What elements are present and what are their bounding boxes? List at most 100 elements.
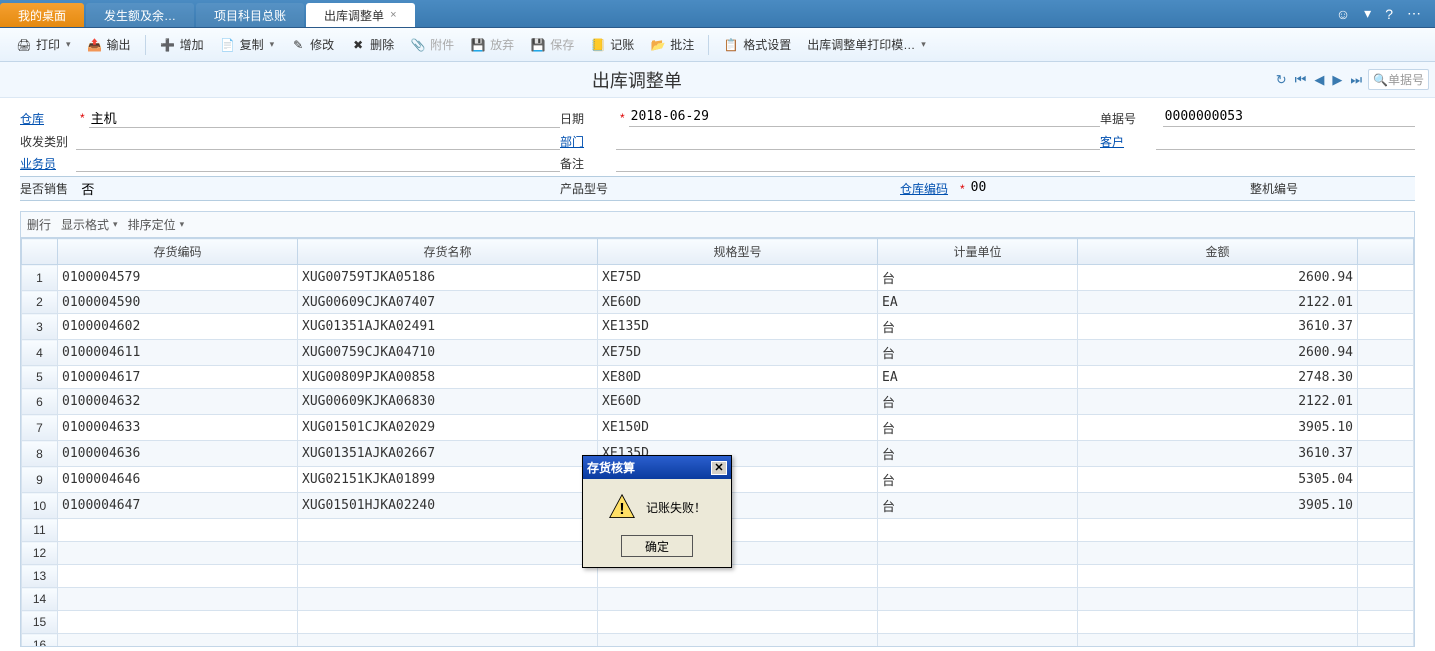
col-header-6[interactable] xyxy=(1358,239,1414,265)
refresh-icon[interactable]: ↻ xyxy=(1274,70,1289,90)
paperclip-icon: 📎 xyxy=(410,37,426,53)
plus-icon: ➕ xyxy=(160,37,176,53)
label-memo: 备注 xyxy=(560,155,616,172)
value-productmodel[interactable] xyxy=(616,180,900,198)
add-button[interactable]: ➕增加 xyxy=(154,34,210,55)
table-row[interactable]: 20100004590XUG00609CJKA07407XE60DEA2122.… xyxy=(22,291,1414,314)
col-header-0[interactable] xyxy=(22,239,58,265)
print-template-button[interactable]: 出库调整单打印模…▾ xyxy=(801,34,932,55)
label-docno: 单据号 xyxy=(1100,110,1156,127)
prev-icon[interactable]: ◀ xyxy=(1312,70,1326,90)
value-rdtype[interactable] xyxy=(76,132,560,150)
col-header-2[interactable]: 存货名称 xyxy=(298,239,598,265)
label-warehouse[interactable]: 仓库 xyxy=(20,110,76,127)
value-docno[interactable]: 0000000053 xyxy=(1163,109,1415,127)
discard-button[interactable]: 💾放弃 xyxy=(464,34,520,55)
value-machineno[interactable] xyxy=(1306,180,1415,198)
tab-2[interactable]: 项目科目总账 xyxy=(196,3,304,27)
table-row[interactable]: 60100004632XUG00609KJKA06830XE60D台2122.0… xyxy=(22,389,1414,415)
label-issale: 是否销售 xyxy=(20,180,76,197)
titlebar: 我的桌面发生额及余…项目科目总账出库调整单× ☺ ▾ ? ⋯ xyxy=(0,0,1435,28)
delete-row-button[interactable]: 删行 xyxy=(27,216,51,233)
copy-button[interactable]: 📄复制▾ xyxy=(214,34,281,55)
modify-button[interactable]: ✎修改 xyxy=(284,34,340,55)
save-icon: 💾 xyxy=(530,37,546,53)
toolbar: 🖨打印▾ 📤输出 ➕增加 📄复制▾ ✎修改 ✖删除 📎附件 💾放弃 💾保存 📒记… xyxy=(0,28,1435,62)
first-icon[interactable]: ⏮ xyxy=(1293,70,1309,90)
col-header-4[interactable]: 计量单位 xyxy=(878,239,1078,265)
pencil-icon: ✎ xyxy=(290,37,306,53)
label-customer[interactable]: 客户 xyxy=(1100,133,1156,150)
more-icon[interactable]: ⋯ xyxy=(1407,5,1421,22)
warning-icon: ! xyxy=(608,493,636,521)
close-icon[interactable]: ✕ xyxy=(711,461,727,475)
label-date: 日期 xyxy=(560,110,616,127)
value-customer[interactable] xyxy=(1156,132,1415,150)
page-title-bar: 出库调整单 ↻ ⏮ ◀ ▶ ⏭ 🔍单据号 xyxy=(0,62,1435,98)
svg-text:!: ! xyxy=(619,501,624,518)
copy-icon: 📄 xyxy=(220,37,236,53)
sort-locate-button[interactable]: 排序定位 ▾ xyxy=(128,216,185,233)
print-button[interactable]: 🖨打印▾ xyxy=(10,34,77,55)
table-row[interactable]: 10100004579XUG00759TJKA05186XE75D台2600.9… xyxy=(22,265,1414,291)
help-icon[interactable]: ? xyxy=(1385,6,1393,22)
ok-button[interactable]: 确定 xyxy=(621,535,693,557)
form-area: 仓库*主机 日期*2018-06-29 单据号 0000000053 收发类别 … xyxy=(0,98,1435,211)
table-toolbar: 删行 显示格式 ▾ 排序定位 ▾ xyxy=(20,211,1415,237)
save-button[interactable]: 💾保存 xyxy=(524,34,580,55)
page-title: 出库调整单 xyxy=(0,67,1274,93)
tab-3[interactable]: 出库调整单× xyxy=(306,3,414,27)
table-row[interactable]: 40100004611XUG00759CJKA04710XE75D台2600.9… xyxy=(22,340,1414,366)
tabs: 我的桌面发生额及余…项目科目总账出库调整单× xyxy=(0,3,417,27)
last-icon[interactable]: ⏭ xyxy=(1348,70,1364,90)
table-wrap[interactable]: 存货编码存货名称规格型号计量单位金额 10100004579XUG00759TJ… xyxy=(20,237,1415,647)
note-icon: 📂 xyxy=(650,37,666,53)
col-header-1[interactable]: 存货编码 xyxy=(58,239,298,265)
label-rdtype: 收发类别 xyxy=(20,133,76,150)
attach-button[interactable]: 📎附件 xyxy=(404,34,460,55)
value-memo[interactable] xyxy=(616,154,1100,172)
col-header-3[interactable]: 规格型号 xyxy=(598,239,878,265)
value-whcode[interactable]: 00 xyxy=(969,180,1250,198)
doc-search[interactable]: 🔍单据号 xyxy=(1368,69,1429,90)
dialog-title-text: 存货核算 xyxy=(587,459,635,476)
value-issale[interactable]: 否 xyxy=(79,179,560,198)
col-header-5[interactable]: 金额 xyxy=(1078,239,1358,265)
table-row[interactable]: 30100004602XUG01351AJKA02491XE135D台3610.… xyxy=(22,314,1414,340)
chevron-down-icon[interactable]: ▾ xyxy=(1364,5,1371,22)
printer-icon: 🖨 xyxy=(16,37,32,53)
data-table: 存货编码存货名称规格型号计量单位金额 10100004579XUG00759TJ… xyxy=(21,238,1414,647)
nav-controls: ↻ ⏮ ◀ ▶ ⏭ 🔍单据号 xyxy=(1274,69,1435,90)
value-date[interactable]: 2018-06-29 xyxy=(629,109,1100,127)
label-operator[interactable]: 业务员 xyxy=(20,155,76,172)
format-button[interactable]: 📋格式设置 xyxy=(717,34,797,55)
value-dept[interactable] xyxy=(616,132,1100,150)
post-button[interactable]: 📒记账 xyxy=(584,34,640,55)
label-machineno: 整机编号 xyxy=(1250,180,1306,197)
next-icon[interactable]: ▶ xyxy=(1330,70,1344,90)
display-format-button[interactable]: 显示格式 ▾ xyxy=(61,216,118,233)
table-row[interactable]: 15 xyxy=(22,611,1414,634)
batch-button[interactable]: 📂批注 xyxy=(644,34,700,55)
value-operator[interactable] xyxy=(76,154,560,172)
delete-icon: ✖ xyxy=(350,37,366,53)
close-icon[interactable]: × xyxy=(390,9,396,21)
magnifier-icon: 🔍 xyxy=(1373,73,1388,87)
ledger-icon: 📒 xyxy=(590,37,606,53)
table-row[interactable]: 14 xyxy=(22,588,1414,611)
label-whcode[interactable]: 仓库编码 xyxy=(900,180,956,197)
table-row[interactable]: 16 xyxy=(22,634,1414,648)
output-button[interactable]: 📤输出 xyxy=(81,34,137,55)
error-dialog: 存货核算 ✕ ! 记账失败！ 确定 xyxy=(582,455,732,568)
delete-button[interactable]: ✖删除 xyxy=(344,34,400,55)
tab-0[interactable]: 我的桌面 xyxy=(0,3,84,27)
table-row[interactable]: 70100004633XUG01501CJKA02029XE150D台3905.… xyxy=(22,415,1414,441)
discard-icon: 💾 xyxy=(470,37,486,53)
tab-1[interactable]: 发生额及余… xyxy=(86,3,194,27)
value-warehouse[interactable]: 主机 xyxy=(89,108,560,128)
table-row[interactable]: 50100004617XUG00809PJKA00858XE80DEA2748.… xyxy=(22,366,1414,389)
label-dept[interactable]: 部门 xyxy=(560,133,616,150)
dialog-titlebar[interactable]: 存货核算 ✕ xyxy=(583,456,731,479)
smiley-icon[interactable]: ☺ xyxy=(1336,6,1350,22)
layout-icon: 📋 xyxy=(723,37,739,53)
